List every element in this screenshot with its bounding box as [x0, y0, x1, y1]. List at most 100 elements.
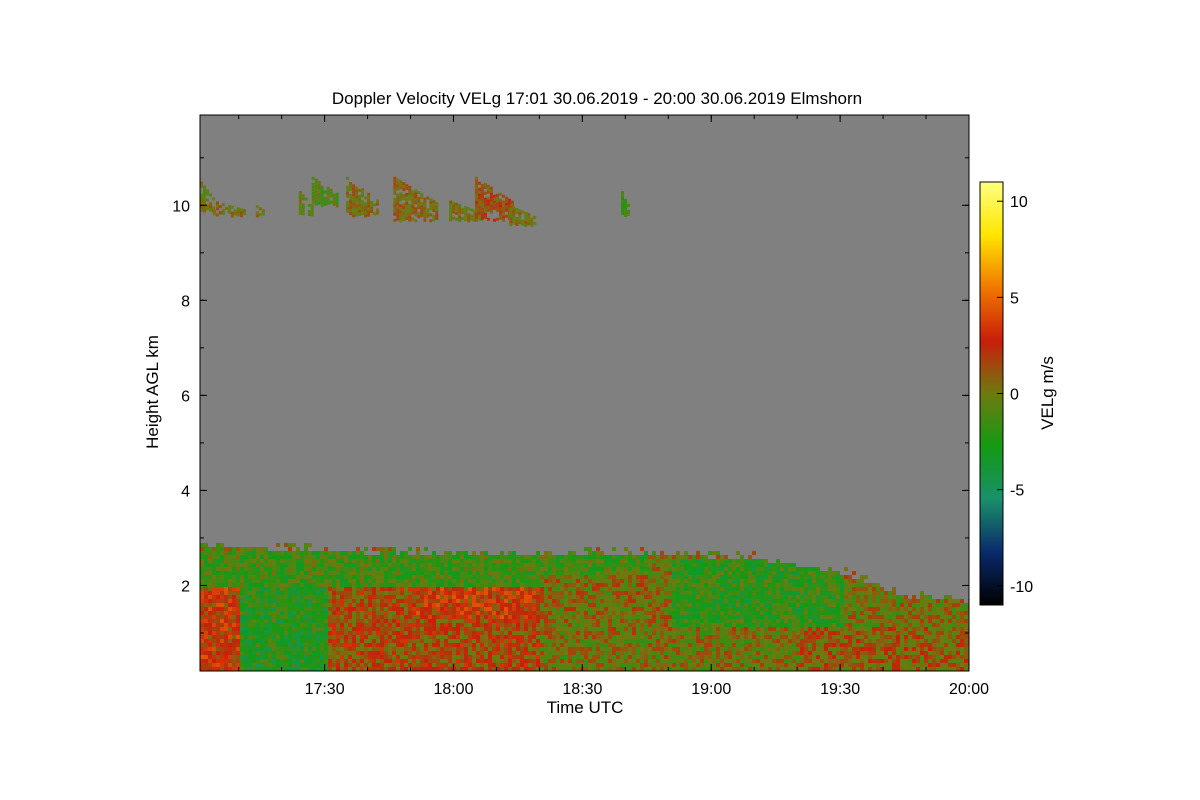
velocity-cell	[596, 563, 600, 567]
velocity-cell	[744, 659, 748, 663]
velocity-cell	[444, 643, 448, 647]
velocity-cell	[820, 611, 824, 615]
velocity-cell	[556, 619, 560, 623]
velocity-cell	[252, 635, 256, 639]
velocity-cell	[512, 663, 516, 667]
velocity-cell	[552, 599, 556, 603]
velocity-cell	[632, 635, 636, 639]
velocity-cell	[208, 639, 212, 643]
velocity-cell	[484, 667, 488, 671]
velocity-cell	[452, 587, 456, 591]
velocity-cell	[492, 631, 496, 635]
velocity-cell	[592, 639, 596, 643]
velocity-cell	[456, 579, 460, 583]
velocity-cell	[340, 607, 344, 611]
velocity-cell	[788, 623, 792, 627]
velocity-cell	[468, 583, 472, 587]
velocity-cell	[444, 555, 448, 559]
velocity-cell	[348, 615, 352, 619]
velocity-cell	[388, 639, 392, 643]
velocity-cell	[572, 647, 576, 651]
velocity-cell	[680, 607, 684, 611]
velocity-cell	[632, 591, 636, 595]
velocity-cell	[612, 635, 616, 639]
velocity-cell	[640, 635, 644, 639]
velocity-cell	[884, 611, 888, 615]
velocity-cell	[216, 575, 220, 579]
velocity-cell	[336, 631, 340, 635]
velocity-cell	[312, 559, 316, 563]
velocity-cell	[204, 627, 208, 631]
velocity-cell	[228, 551, 232, 555]
velocity-cell	[860, 579, 864, 583]
velocity-cell	[872, 595, 876, 599]
velocity-cell	[884, 631, 888, 635]
velocity-cell	[544, 627, 548, 631]
velocity-cell	[404, 639, 408, 643]
velocity-cell	[488, 571, 492, 575]
velocity-cell	[268, 631, 272, 635]
velocity-cell	[200, 659, 204, 663]
velocity-cell	[644, 587, 648, 591]
velocity-cell	[344, 651, 348, 655]
velocity-cell	[576, 583, 580, 587]
velocity-cell	[396, 635, 400, 639]
velocity-cell	[364, 579, 368, 583]
velocity-cell	[644, 663, 648, 667]
velocity-cell	[356, 635, 360, 639]
velocity-cell	[648, 631, 652, 635]
velocity-cell	[208, 655, 212, 659]
velocity-cell	[344, 623, 348, 627]
velocity-cell	[608, 639, 612, 643]
velocity-cell	[228, 619, 232, 623]
velocity-cell	[628, 667, 632, 671]
velocity-cell	[864, 575, 868, 579]
velocity-cell	[812, 599, 816, 603]
velocity-cell	[320, 567, 324, 571]
velocity-cell	[608, 603, 612, 607]
velocity-cell	[756, 627, 760, 631]
velocity-cell	[360, 575, 364, 579]
velocity-cell	[488, 651, 492, 655]
velocity-cell	[560, 639, 564, 643]
velocity-cell	[664, 663, 668, 667]
velocity-cell	[240, 599, 244, 603]
velocity-cell	[568, 655, 572, 659]
velocity-cell	[576, 591, 580, 595]
velocity-cell	[740, 627, 744, 631]
velocity-cell	[252, 567, 256, 571]
velocity-cell	[804, 595, 808, 599]
velocity-cell	[348, 595, 352, 599]
velocity-cell	[300, 623, 304, 627]
velocity-cell	[272, 599, 276, 603]
velocity-cell	[780, 575, 784, 579]
velocity-cell	[292, 551, 296, 555]
velocity-cell	[256, 559, 260, 563]
velocity-cell	[476, 643, 480, 647]
velocity-cell	[484, 595, 488, 599]
velocity-cell	[712, 579, 716, 583]
velocity-cell	[872, 591, 876, 595]
velocity-cell	[392, 547, 396, 551]
velocity-cell	[660, 611, 664, 615]
velocity-cell	[656, 579, 660, 583]
velocity-cell	[640, 639, 644, 643]
velocity-cell	[364, 563, 368, 567]
velocity-cell	[748, 639, 752, 643]
velocity-cell	[452, 631, 456, 635]
velocity-cell	[268, 623, 272, 627]
velocity-cell	[884, 599, 888, 603]
velocity-cell	[760, 583, 764, 587]
velocity-cell	[772, 635, 776, 639]
velocity-cell	[652, 643, 656, 647]
velocity-cell	[704, 659, 708, 663]
velocity-cell	[224, 623, 228, 627]
velocity-cell	[392, 635, 396, 639]
velocity-cell	[428, 599, 432, 603]
velocity-cell	[616, 619, 620, 623]
velocity-cell	[264, 547, 268, 551]
velocity-cell	[556, 663, 560, 667]
velocity-cell	[588, 611, 592, 615]
velocity-cell	[404, 663, 408, 667]
velocity-cell	[760, 639, 764, 643]
